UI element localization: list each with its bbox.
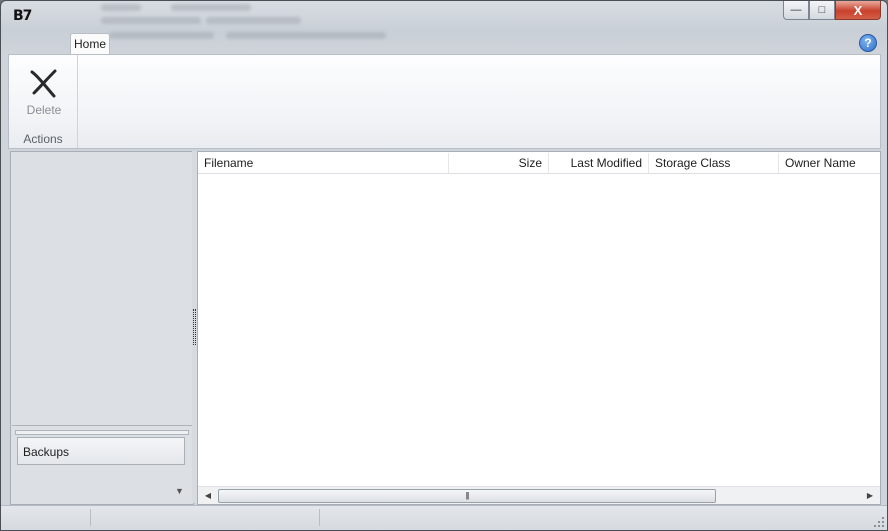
nav-item-backups[interactable]: Backups (17, 437, 185, 465)
delete-button-label: Delete (26, 103, 62, 117)
scrollbar-thumb[interactable]: ||| (218, 489, 716, 503)
horizontal-scrollbar[interactable]: ◀ ||| ▶ (198, 486, 880, 504)
blurred-title-text (101, 17, 201, 24)
title-bar: B7 — □ X (1, 1, 887, 39)
blurred-title-text (206, 17, 301, 24)
blurred-title-text (101, 4, 141, 11)
minimize-button[interactable]: — (783, 1, 809, 20)
app-window: B7 — □ X Home ? Delete Actions Backups ▼… (0, 0, 888, 531)
file-list: Filename Size Last Modified Storage Clas… (197, 151, 881, 505)
splitter-grip-icon (193, 309, 196, 345)
column-header-last-modified[interactable]: Last Modified (549, 153, 649, 173)
status-divider (90, 509, 91, 526)
maximize-icon: □ (818, 4, 826, 16)
minimize-icon: — (790, 4, 802, 16)
chevron-down-icon[interactable]: ▼ (175, 486, 184, 496)
column-header-storage-class[interactable]: Storage Class (649, 153, 779, 173)
status-divider (319, 509, 320, 526)
navigation-pane: Backups ▼ (10, 151, 194, 505)
help-icon[interactable]: ? (859, 34, 877, 52)
delete-x-icon (30, 69, 57, 98)
scroll-right-icon[interactable]: ▶ (862, 487, 878, 504)
resize-grip-icon[interactable] (874, 517, 884, 527)
window-controls: — □ X (783, 1, 881, 20)
ribbon-panel: Delete Actions (8, 54, 881, 149)
blurred-title-text (171, 4, 251, 11)
file-list-header: Filename Size Last Modified Storage Clas… (198, 153, 880, 174)
blurred-title-text (226, 32, 386, 39)
status-bar (1, 505, 887, 530)
scroll-left-icon[interactable]: ◀ (200, 487, 216, 504)
maximize-button[interactable]: □ (809, 1, 835, 20)
delete-button[interactable]: Delete (19, 63, 69, 121)
app-logo: B7 (13, 8, 32, 24)
close-icon: X (853, 2, 863, 18)
blurred-title-text (109, 32, 214, 39)
column-header-owner-name[interactable]: Owner Name (779, 153, 879, 173)
pane-resize-handle[interactable] (15, 430, 189, 435)
close-button[interactable]: X (835, 1, 881, 20)
column-header-size[interactable]: Size (449, 153, 549, 173)
navigation-tree[interactable] (12, 153, 192, 426)
tab-home[interactable]: Home (70, 33, 110, 56)
column-header-filename[interactable]: Filename (198, 153, 449, 173)
ribbon-group-actions: Delete Actions (9, 55, 78, 148)
ribbon-group-label: Actions (23, 132, 63, 146)
